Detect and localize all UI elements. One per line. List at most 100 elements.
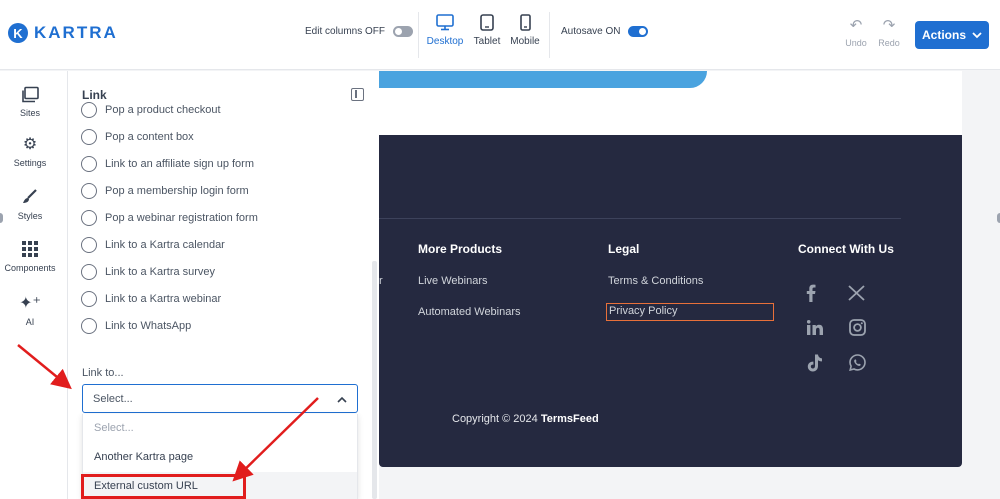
link-option-label: Link to an affiliate sign up form [105,158,254,170]
radio-icon [81,264,97,280]
copyright-text: Copyright © 2024 TermsFeed [452,413,599,425]
device-desktop-button[interactable]: Desktop [425,14,465,47]
linkedin-icon[interactable] [807,320,827,335]
left-rail: Sites ⚙ Settings Styles Components ✦⁺ AI [0,71,67,499]
divider [418,12,419,58]
divider [549,12,550,58]
redo-button[interactable]: ↷ Redo [875,17,903,49]
whatsapp-icon[interactable] [849,354,869,371]
undo-button[interactable]: ↶ Undo [842,17,870,49]
device-tablet-button[interactable]: Tablet [467,14,507,47]
chevron-up-icon [337,396,347,403]
instagram-icon[interactable] [849,319,869,336]
panel-scrollbar[interactable] [372,261,377,499]
chevron-down-icon [972,31,982,38]
device-tablet-label: Tablet [473,36,501,47]
link-option[interactable]: Link to an affiliate sign up form [81,154,254,174]
desktop-icon [436,14,454,31]
link-option[interactable]: Link to a Kartra calendar [81,235,225,255]
edit-columns-toggle[interactable] [393,26,414,37]
footer-link-terms[interactable]: Terms & Conditions [608,275,703,287]
redo-label: Redo [878,38,900,48]
rail-item-components[interactable]: Components [0,241,60,273]
link-option[interactable]: Pop a webinar registration form [81,208,258,228]
copyright-brand: TermsFeed [540,413,599,425]
link-to-select-value: Select... [93,393,133,405]
radio-icon [81,291,97,307]
rail-label-ai: AI [25,317,35,327]
canvas-resize-handle-left[interactable] [0,213,3,223]
sites-icon [21,86,39,103]
rail-item-styles[interactable]: Styles [0,188,60,221]
brush-icon [23,189,37,203]
link-option[interactable]: Link to a Kartra survey [81,262,215,282]
radio-icon [81,183,97,199]
autosave-toggle-group: Autosave ON [561,26,649,37]
rail-item-settings[interactable]: ⚙ Settings [0,135,60,168]
page-preview-top [379,71,962,135]
link-option-label: Pop a membership login form [105,185,249,197]
radio-icon [81,129,97,145]
rail-label-settings: Settings [13,158,47,168]
x-icon[interactable] [848,285,868,301]
device-mobile-label: Mobile [510,36,540,47]
link-option[interactable]: Pop a content box [81,127,194,147]
link-option[interactable]: Link to WhatsApp [81,316,191,336]
radio-icon [81,102,97,118]
connect-title: Connect With Us [798,242,894,256]
panel-title: Link [82,88,107,102]
autosave-toggle[interactable] [628,26,649,37]
annotation-highlight-box [81,474,246,499]
actions-label: Actions [921,28,966,42]
link-option[interactable]: Link to a Kartra webinar [81,289,221,309]
link-option-label: Link to a Kartra survey [105,266,216,278]
legal-title: Legal [608,242,640,256]
rail-item-ai[interactable]: ✦⁺ AI [0,294,60,327]
rail-label-styles: Styles [17,211,43,221]
link-option[interactable]: Pop a membership login form [81,181,249,201]
mobile-icon [519,14,531,31]
actions-button[interactable]: Actions [915,21,989,49]
redo-icon: ↷ [882,17,896,34]
footer-link-automated-webinars[interactable]: Automated Webinars [418,306,521,318]
link-panel: Link Pop a product checkout Pop a conten… [67,71,379,499]
gear-icon: ⚙ [22,136,38,153]
cta-button[interactable] [379,71,707,88]
footer-divider [379,218,901,219]
edit-columns-toggle-group: Edit columns OFF [305,26,414,37]
footer-cut-link[interactable]: r [379,275,383,287]
autosave-label: Autosave ON [561,26,621,37]
kartra-logo[interactable]: K KARTRA [8,23,118,43]
edit-columns-label: Edit columns OFF [305,26,386,37]
link-option-label: Link to a Kartra calendar [105,239,225,251]
link-option[interactable]: Pop a product checkout [81,101,221,120]
facebook-icon[interactable] [806,284,826,302]
footer-link-privacy-policy[interactable]: Privacy Policy [606,303,774,321]
logo-text: KARTRA [34,23,118,42]
radio-icon [81,156,97,172]
dropdown-option-placeholder[interactable]: Select... [83,414,357,442]
dropdown-option-another-page[interactable]: Another Kartra page [83,443,357,471]
copyright-prefix: Copyright © 2024 [452,413,538,425]
link-option-label: Pop a content box [105,131,194,143]
rail-label-components: Components [4,263,56,273]
link-options-list: Pop a product checkout Pop a content box… [81,101,361,349]
link-to-select[interactable]: Select... [82,384,358,413]
radio-icon [81,237,97,253]
footer-link-live-webinars[interactable]: Live Webinars [418,275,488,287]
more-products-title: More Products [418,242,503,256]
sparkle-icon: ✦⁺ [19,295,41,312]
grid-icon [22,241,38,257]
link-option-label: Pop a product checkout [105,104,221,116]
link-to-label: Link to... [82,367,124,379]
tiktok-icon[interactable] [807,354,827,372]
panel-collapse-icon[interactable] [351,88,364,101]
logo-mark: K [8,23,28,43]
rail-item-sites[interactable]: Sites [0,85,60,118]
link-option-label: Link to WhatsApp [105,320,192,332]
top-toolbar: K KARTRA Edit columns OFF Desktop Tablet… [0,0,1000,70]
device-desktop-label: Desktop [426,36,464,47]
device-mobile-button[interactable]: Mobile [505,14,545,47]
undo-icon: ↶ [849,17,863,34]
link-option-label: Link to a Kartra webinar [105,293,222,305]
